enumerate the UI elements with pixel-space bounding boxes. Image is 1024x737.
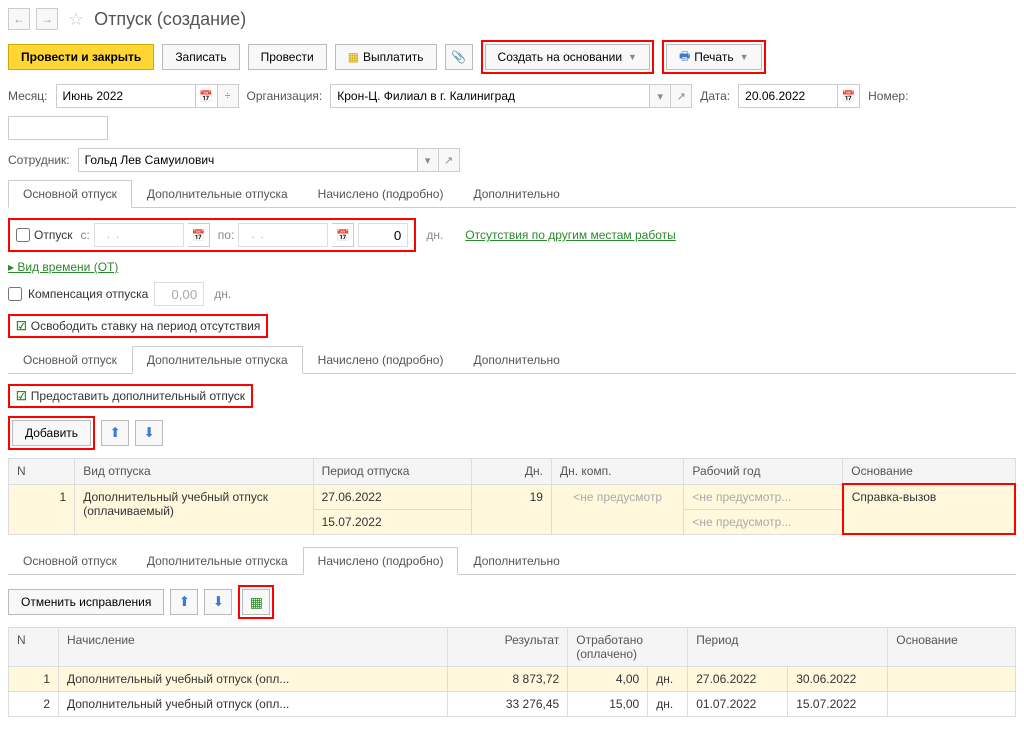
tab-accrued[interactable]: Начислено (подробно) [303, 180, 459, 208]
arrow-down-icon: ⬇ [143, 425, 154, 441]
org-label: Организация: [247, 89, 323, 103]
col-period: Период отпуска [313, 459, 472, 485]
move-up-button[interactable]: ⬆ [101, 420, 129, 446]
tab-main-vacation[interactable]: Основной отпуск [8, 180, 132, 208]
number-label: Номер: [868, 89, 908, 103]
card-button[interactable]: ▦ [242, 589, 270, 615]
days-input[interactable] [358, 223, 408, 247]
col-type: Вид отпуска [75, 459, 313, 485]
create-based-button[interactable]: Создать на основании▼ [485, 44, 650, 70]
table-row[interactable]: 1 Дополнительный учебный отпуск (опл... … [9, 667, 1016, 692]
dropdown-arrow-icon: ▼ [740, 52, 749, 62]
number-input[interactable] [8, 116, 108, 140]
add-button[interactable]: Добавить [12, 420, 91, 446]
tab-main-vacation-3[interactable]: Основной отпуск [8, 547, 132, 575]
date-input[interactable] [738, 84, 838, 108]
employee-label: Сотрудник: [8, 153, 70, 167]
vacation-label: Отпуск [34, 228, 72, 242]
col-basis: Основание [888, 628, 1016, 667]
employee-input[interactable] [78, 148, 418, 172]
post-button[interactable]: Провести [248, 44, 327, 70]
date-from-input[interactable] [94, 223, 184, 247]
calendar-icon[interactable]: 📅 [196, 84, 218, 108]
month-label: Месяц: [8, 89, 48, 103]
move-down-button[interactable]: ⬇ [135, 420, 163, 446]
check-icon: ☑ [16, 389, 27, 403]
date-label: Дата: [700, 89, 730, 103]
tabs-additional: Основной отпуск Дополнительные отпуска Н… [8, 346, 1016, 374]
calendar-icon[interactable]: 📅 [838, 84, 860, 108]
absence-link[interactable]: Отсутствия по другим местам работы [465, 228, 675, 242]
col-n: N [9, 628, 59, 667]
pay-button[interactable]: ▦Выплатить [335, 44, 437, 70]
additional-vacation-table: N Вид отпуска Период отпуска Дн. Дн. ком… [8, 458, 1016, 535]
month-up-down[interactable]: ÷ [217, 84, 239, 108]
print-button[interactable]: 🖶Печать▼ [666, 44, 762, 70]
calendar-icon[interactable]: 📅 [188, 223, 210, 247]
tab-additional-3[interactable]: Дополнительные отпуска [132, 547, 303, 575]
calendar-icon[interactable]: 📅 [332, 223, 354, 247]
tab-additional-2[interactable]: Дополнительные отпуска [132, 346, 303, 374]
compensation-checkbox[interactable] [8, 287, 22, 301]
col-period: Период [688, 628, 888, 667]
col-comp: Дн. комп. [551, 459, 683, 485]
clip-icon: 📎 [451, 50, 466, 64]
nav-forward[interactable]: → [36, 8, 58, 30]
printer-icon: 🖶 [679, 47, 690, 68]
arrow-up-icon: ⬆ [179, 594, 190, 610]
pay-icon: ▦ [348, 50, 359, 64]
col-accrual: Начисление [59, 628, 448, 667]
provide-additional-label: Предоставить дополнительный отпуск [31, 389, 245, 403]
tab-accrued-3[interactable]: Начислено (подробно) [303, 547, 459, 575]
move-down-button-2[interactable]: ⬇ [204, 589, 232, 615]
month-input[interactable] [56, 84, 196, 108]
card-icon: ▦ [250, 594, 263, 611]
move-up-button-2[interactable]: ⬆ [170, 589, 198, 615]
tab-extra-3[interactable]: Дополнительно [458, 547, 574, 575]
date-to-input[interactable] [238, 223, 328, 247]
tab-extra[interactable]: Дополнительно [458, 180, 574, 208]
table-row[interactable]: 2 Дополнительный учебный отпуск (опл... … [9, 692, 1016, 717]
compensation-label: Компенсация отпуска [28, 287, 148, 301]
compensation-input[interactable] [154, 282, 204, 306]
nav-back[interactable]: ← [8, 8, 30, 30]
tab-additional[interactable]: Дополнительные отпуска [132, 180, 303, 208]
col-n: N [9, 459, 75, 485]
accrued-table: N Начисление Результат Отработано (оплач… [8, 627, 1016, 717]
attach-button[interactable]: 📎 [445, 44, 473, 70]
table-row[interactable]: 1 Дополнительный учебный отпуск (оплачив… [9, 484, 1016, 509]
employee-open[interactable]: ↗ [438, 148, 460, 172]
org-open[interactable]: ↗ [670, 84, 692, 108]
favorite-star-icon[interactable]: ☆ [68, 9, 84, 30]
org-input[interactable] [330, 84, 650, 108]
tab-extra-2[interactable]: Дополнительно [458, 346, 574, 374]
time-type-link[interactable]: ▸ Вид времени (ОТ) [8, 260, 118, 274]
release-rate-label: Освободить ставку на период отсутствия [31, 319, 261, 333]
vacation-checkbox[interactable] [16, 228, 30, 242]
arrow-up-icon: ⬆ [109, 425, 120, 441]
tabs-accrued: Основной отпуск Дополнительные отпуска Н… [8, 547, 1016, 575]
org-dropdown[interactable]: ▾ [649, 84, 671, 108]
tab-accrued-2[interactable]: Начислено (подробно) [303, 346, 459, 374]
post-close-button[interactable]: Провести и закрыть [8, 44, 154, 70]
tab-main-vacation-2[interactable]: Основной отпуск [8, 346, 132, 374]
page-title: Отпуск (создание) [94, 9, 246, 30]
col-days: Дн. [472, 459, 551, 485]
employee-dropdown[interactable]: ▾ [417, 148, 439, 172]
save-button[interactable]: Записать [162, 44, 239, 70]
cancel-fix-button[interactable]: Отменить исправления [8, 589, 164, 615]
tabs-main: Основной отпуск Дополнительные отпуска Н… [8, 180, 1016, 208]
check-icon: ☑ [16, 319, 27, 333]
arrow-down-icon: ⬇ [213, 594, 224, 610]
col-year: Рабочий год [684, 459, 843, 485]
dropdown-arrow-icon: ▼ [628, 52, 637, 62]
col-result: Результат [448, 628, 568, 667]
col-worked: Отработано (оплачено) [568, 628, 688, 667]
col-basis: Основание [843, 459, 1015, 485]
